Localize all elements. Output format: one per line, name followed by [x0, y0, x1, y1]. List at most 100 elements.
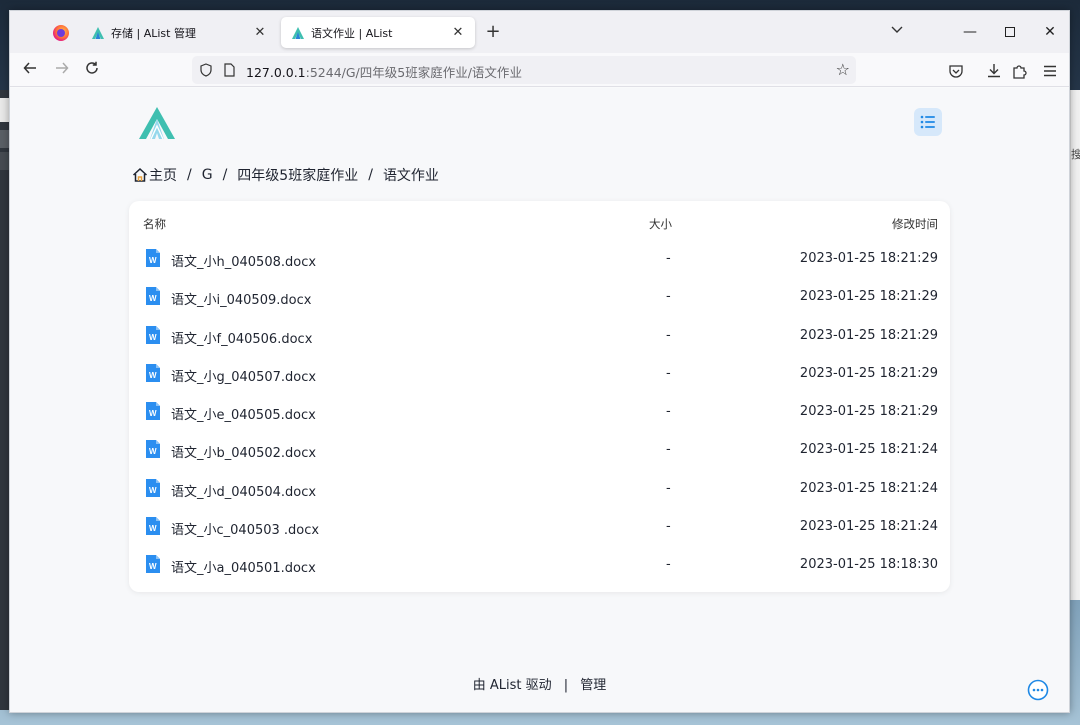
file-list-rows: W 语文_小h_040508.docx - 2023-01-25 18:21:2… — [129, 242, 950, 587]
back-button[interactable] — [20, 60, 40, 80]
svg-text:W: W — [149, 409, 157, 418]
extensions-puzzle-icon[interactable] — [1011, 62, 1029, 80]
more-options-icon[interactable] — [1027, 679, 1049, 701]
page-info-icon[interactable] — [224, 63, 235, 77]
desktop-window-fragment — [0, 152, 9, 170]
file-modified: 2023-01-25 18:21:29 — [799, 251, 938, 266]
tab-chinese-homework[interactable]: 语文作业 | AList ✕ — [281, 17, 475, 48]
column-header-modified[interactable]: 修改时间 — [892, 216, 938, 232]
svg-text:W: W — [149, 333, 157, 342]
desktop-window-fragment — [0, 98, 9, 122]
manage-link[interactable]: 管理 — [580, 678, 606, 693]
bookmark-star-icon[interactable]: ☆ — [836, 60, 850, 79]
file-row[interactable]: W 语文_小g_040507.docx - 2023-01-25 18:21:2… — [129, 357, 950, 395]
svg-text:W: W — [149, 486, 157, 495]
close-tab-icon[interactable]: ✕ — [253, 25, 267, 40]
minimize-button[interactable]: — — [955, 20, 985, 44]
breadcrumb-home-link[interactable]: 主页 — [149, 165, 177, 185]
word-doc-icon: W — [146, 555, 160, 574]
home-icon — [132, 167, 148, 182]
file-row[interactable]: W 语文_小e_040505.docx - 2023-01-25 18:21:2… — [129, 395, 950, 433]
file-list-header: 名称 大小 修改时间 — [129, 216, 950, 234]
file-modified: 2023-01-25 18:21:29 — [799, 404, 938, 420]
footer-separator: | — [563, 678, 569, 693]
file-row[interactable]: W 语文_小c_040503 .docx - 2023-01-25 18:21:… — [129, 510, 950, 548]
file-modified: 2023-01-25 18:21:29 — [799, 365, 938, 381]
url-text: 127.0.0.1:5244/G/四年级5班家庭作业/语文作业 — [246, 62, 522, 81]
breadcrumb-separator: / — [368, 167, 373, 183]
breadcrumb-link-g[interactable]: G — [202, 167, 213, 183]
file-row[interactable]: W 语文_小b_040502.docx - 2023-01-25 18:21:2… — [129, 433, 950, 471]
url-path: :5244/G/四年级5班家庭作业/语文作业 — [305, 65, 522, 80]
column-header-name[interactable]: 名称 — [143, 216, 166, 232]
page-footer: 由 AList 驱动 | 管理 — [10, 674, 1069, 693]
file-size: - — [666, 404, 671, 420]
breadcrumb-link-class-homework[interactable]: 四年级5班家庭作业 — [237, 165, 358, 185]
file-size: - — [666, 251, 671, 266]
close-window-button[interactable]: ✕ — [1035, 20, 1065, 44]
alist-logo[interactable] — [137, 106, 177, 140]
close-tab-icon[interactable]: ✕ — [451, 25, 465, 40]
file-name: 语文_小b_040502.docx — [171, 446, 317, 462]
file-modified: 2023-01-25 18:21:29 — [799, 289, 938, 305]
file-size: - — [666, 327, 671, 343]
desktop-fragment-text: 搜 — [1071, 148, 1080, 161]
tab-title: 语文作业 | AList — [311, 26, 393, 40]
tab-strip: 存储 | AList 管理 ✕ 语文作业 | AList ✕ + — ✕ — [10, 11, 1069, 53]
file-name: 语文_小h_040508.docx — [171, 255, 317, 270]
file-size: - — [666, 519, 671, 535]
svg-text:W: W — [149, 562, 157, 571]
svg-text:W: W — [149, 447, 157, 456]
breadcrumb: 主页 / G / 四年级5班家庭作业 / 语文作业 — [132, 165, 439, 185]
file-row[interactable]: W 语文_小i_040509.docx - 2023-01-25 18:21:2… — [129, 280, 950, 318]
breadcrumb-separator: / — [222, 167, 228, 183]
desktop-background-right: 搜 — [1070, 90, 1080, 600]
file-row[interactable]: W 语文_小h_040508.docx - 2023-01-25 18:21:2… — [129, 242, 950, 280]
file-size: - — [666, 289, 671, 305]
browser-window: 存储 | AList 管理 ✕ 语文作业 | AList ✕ + — ✕ 127… — [9, 10, 1070, 713]
firefox-view-icon[interactable] — [53, 25, 69, 41]
downloads-icon[interactable] — [985, 62, 1003, 80]
word-doc-icon: W — [146, 478, 160, 497]
maximize-button[interactable] — [995, 20, 1025, 44]
word-doc-icon: W — [146, 325, 160, 344]
desktop-background-left — [0, 90, 9, 710]
list-view-icon — [920, 115, 935, 129]
alist-favicon-icon — [292, 26, 304, 39]
file-list-card: 名称 大小 修改时间 W 语文_小h_040508.docx - 2023-01… — [129, 201, 950, 592]
forward-button[interactable] — [52, 60, 72, 80]
word-doc-icon: W — [146, 249, 160, 267]
file-name: 语文_小f_040506.docx — [171, 331, 313, 347]
new-tab-button[interactable]: + — [483, 21, 503, 42]
file-modified: 2023-01-25 18:21:24 — [799, 442, 938, 458]
tab-storage-admin[interactable]: 存储 | AList 管理 ✕ — [81, 17, 277, 48]
file-modified: 2023-01-25 18:21:24 — [799, 480, 938, 496]
file-size: - — [666, 442, 671, 458]
address-bar[interactable]: 127.0.0.1:5244/G/四年级5班家庭作业/语文作业 ☆ — [192, 56, 856, 84]
list-layout-toggle-button[interactable] — [914, 108, 942, 136]
word-doc-icon: W — [146, 517, 160, 536]
file-row[interactable]: W 语文_小f_040506.docx - 2023-01-25 18:21:2… — [129, 319, 950, 357]
tracking-protection-shield-icon[interactable] — [200, 63, 212, 77]
app-menu-hamburger-icon[interactable] — [1041, 62, 1059, 80]
file-size: - — [666, 557, 671, 573]
navigation-toolbar: 127.0.0.1:5244/G/四年级5班家庭作业/语文作业 ☆ — [10, 53, 1069, 87]
powered-by-alist-link[interactable]: 由 AList 驱动 — [473, 678, 552, 693]
word-doc-icon: W — [146, 287, 160, 306]
svg-text:W: W — [149, 256, 157, 265]
svg-text:W: W — [149, 371, 157, 380]
desktop-window-fragment — [0, 130, 9, 148]
file-name: 语文_小d_040504.docx — [171, 484, 317, 500]
breadcrumb-current-folder: 语文作业 — [382, 168, 439, 184]
pocket-icon[interactable] — [947, 62, 965, 80]
file-name: 语文_小a_040501.docx — [171, 561, 316, 577]
reload-button[interactable] — [82, 60, 102, 80]
list-all-tabs-chevron-icon[interactable] — [891, 23, 903, 37]
page-content: 主页 / G / 四年级5班家庭作业 / 语文作业 名称 大小 修改时间 W 语… — [10, 88, 1069, 712]
file-modified: 2023-01-25 18:21:24 — [799, 519, 938, 535]
word-doc-icon: W — [146, 363, 160, 382]
column-header-size[interactable]: 大小 — [649, 216, 672, 232]
file-row[interactable]: W 语文_小a_040501.docx - 2023-01-25 18:18:3… — [129, 548, 950, 586]
file-row[interactable]: W 语文_小d_040504.docx - 2023-01-25 18:21:2… — [129, 472, 950, 510]
file-name: 语文_小e_040505.docx — [171, 408, 316, 424]
